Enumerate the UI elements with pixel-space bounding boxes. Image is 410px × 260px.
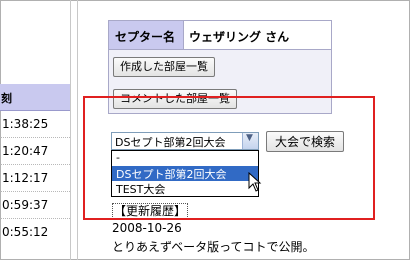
column-divider: [77, 0, 78, 260]
user-header-row: セプター名 ウェザリング さん: [109, 21, 331, 50]
time-cell: 0:55:12: [2, 225, 49, 239]
user-name: ウェザリング さん: [189, 30, 290, 44]
left-time-column: 刻 1:38:25 1:20:47 1:12:17 0:59:37 0:55:1…: [0, 0, 70, 260]
user-label-cell: セプター名: [109, 21, 184, 49]
table-row[interactable]: 1:20:47: [0, 138, 70, 165]
time-cell: 1:12:17: [2, 171, 49, 185]
highlight-annotation: [83, 96, 375, 220]
left-column-header-label: 刻: [1, 92, 12, 105]
user-label: セプター名: [115, 30, 176, 44]
time-cell: 1:38:25: [2, 117, 49, 131]
table-row[interactable]: 1:12:17: [0, 165, 70, 192]
table-row[interactable]: 0:55:12: [0, 219, 70, 245]
created-rooms-button[interactable]: 作成した部屋一覧: [113, 57, 215, 77]
time-cell: 0:59:37: [2, 198, 49, 212]
table-row[interactable]: 1:38:25: [0, 111, 70, 138]
column-divider: [70, 0, 71, 260]
update-date: 2008-10-26: [112, 221, 182, 235]
table-row[interactable]: 0:59:37: [0, 192, 70, 219]
update-description: とりあえずベータ版ってコトで公開。: [112, 240, 315, 254]
left-column-header: 刻: [0, 84, 70, 111]
time-cell: 1:20:47: [2, 144, 49, 158]
